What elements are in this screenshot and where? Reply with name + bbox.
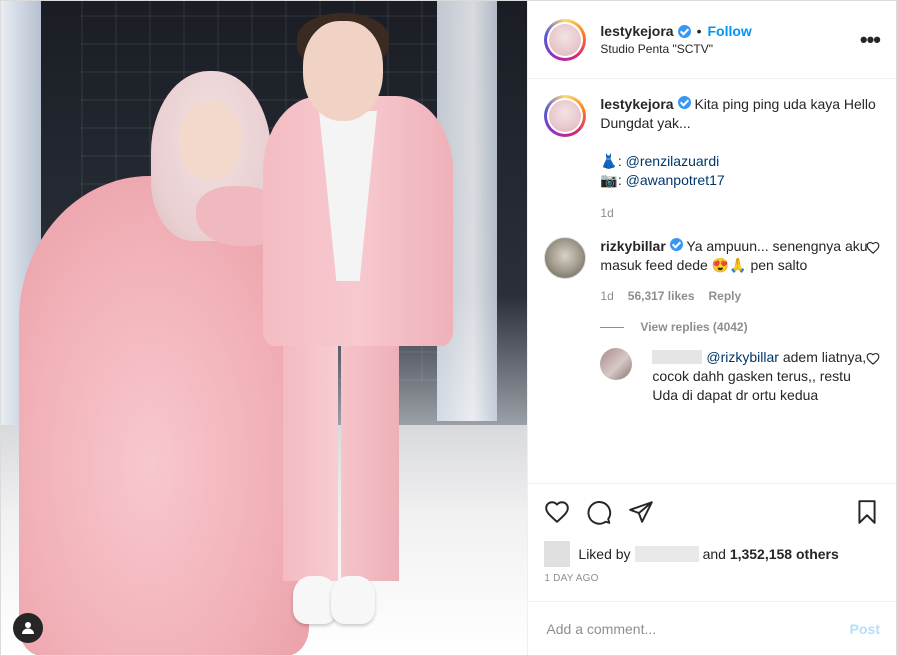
likes-connector: and	[702, 546, 726, 562]
comment: rizkybillar Ya ampuun... senengnya aku m…	[544, 237, 880, 306]
action-bar	[528, 483, 896, 539]
comments-list[interactable]: lestykejora Kita ping ping uda kaya Hell…	[528, 79, 896, 483]
post-dialog: lestykejora • Follow Studio Penta "SCTV"…	[0, 0, 897, 656]
separator-dot: •	[696, 23, 702, 39]
reply-avatar[interactable]	[600, 348, 633, 380]
post-comment-button[interactable]: Post	[850, 621, 880, 637]
man-pants-right	[341, 331, 399, 581]
blurred-liker-name[interactable]	[634, 546, 699, 562]
follow-button[interactable]: Follow	[707, 23, 751, 39]
replies-divider	[600, 326, 625, 328]
view-replies-button[interactable]: View replies (4042)	[600, 320, 880, 334]
man-head	[303, 21, 383, 121]
commenter-avatar[interactable]	[544, 237, 587, 279]
more-options-icon[interactable]: •••	[860, 27, 881, 53]
reply-comment: @rizkybillar adem liatnya, cocok dahh ga…	[600, 348, 880, 405]
blurred-username[interactable]	[652, 350, 703, 364]
man-shoe-right	[331, 576, 375, 624]
comment-input[interactable]	[544, 619, 850, 638]
comment-likes[interactable]: 56,317 likes	[628, 287, 695, 306]
location-link[interactable]: Studio Penta "SCTV"	[600, 42, 859, 56]
camera-emoji: 📷	[600, 172, 618, 188]
like-heart-icon[interactable]	[544, 499, 570, 525]
share-paper-plane-icon[interactable]	[628, 499, 654, 525]
caption-username[interactable]: lestykejora	[600, 96, 673, 112]
author-avatar[interactable]	[544, 18, 587, 61]
post-header: lestykejora • Follow Studio Penta "SCTV"…	[528, 1, 896, 79]
mention-link[interactable]: @awanpotret17	[626, 172, 725, 188]
liked-by-label: Liked by	[578, 546, 631, 562]
comment-time[interactable]: 1d	[600, 287, 613, 306]
caption: lestykejora Kita ping ping uda kaya Hell…	[544, 95, 880, 223]
like-comment-heart-icon[interactable]	[866, 241, 880, 257]
verified-badge-icon	[677, 24, 691, 38]
post-side-panel: lestykejora • Follow Studio Penta "SCTV"…	[527, 1, 896, 655]
comment-bubble-icon[interactable]	[586, 499, 612, 525]
verified-badge-icon	[669, 238, 683, 251]
reply-mention[interactable]: @rizkybillar	[706, 349, 779, 365]
woman-face	[179, 101, 241, 181]
reply-button[interactable]: Reply	[709, 287, 742, 306]
author-username[interactable]: lestykejora	[600, 23, 673, 39]
likes-summary: Liked by and 1,352,158 others	[528, 539, 896, 569]
man-pants-left	[283, 331, 338, 581]
post-photo[interactable]	[1, 1, 528, 655]
user-tag-icon[interactable]	[13, 613, 43, 643]
save-bookmark-icon[interactable]	[854, 499, 880, 525]
caption-time[interactable]: 1d	[600, 204, 613, 223]
add-comment-bar: Post	[528, 601, 896, 655]
verified-badge-icon	[677, 96, 691, 109]
comment-username[interactable]: rizkybillar	[600, 238, 665, 254]
view-replies-label: View replies (4042)	[640, 320, 748, 334]
dress-emoji: 👗	[600, 153, 618, 169]
likes-count[interactable]: 1,352,158 others	[730, 546, 839, 562]
person-icon	[22, 622, 34, 634]
post-timestamp[interactable]: 1 DAY AGO	[528, 569, 896, 593]
caption-avatar[interactable]	[544, 95, 587, 137]
like-reply-heart-icon[interactable]	[866, 352, 880, 368]
mention-link[interactable]: @renzilazuardi	[626, 153, 720, 169]
liker-avatar[interactable]	[544, 541, 571, 567]
